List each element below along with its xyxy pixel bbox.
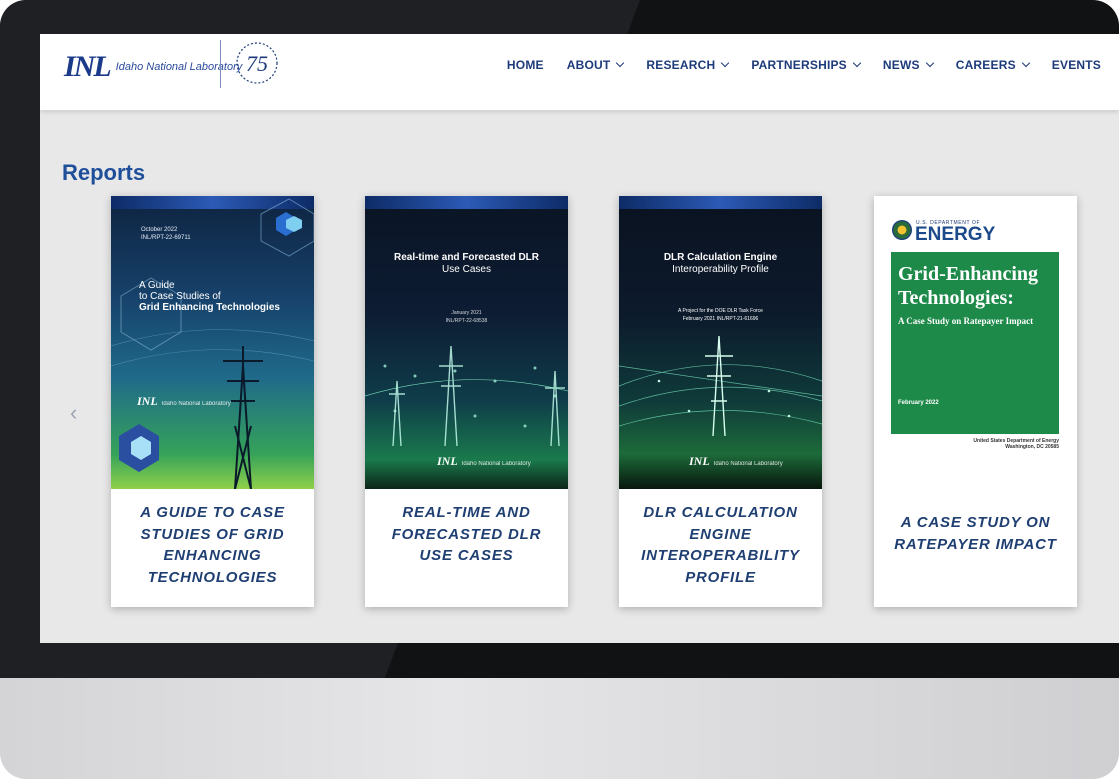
doe-agency: ENERGY [915, 224, 996, 245]
report-card[interactable]: DLR Calculation Engine Interoperability … [619, 196, 822, 607]
nav-events-label: EVENTS [1051, 58, 1101, 72]
carousel-prev-icon[interactable]: ‹ [70, 400, 77, 426]
anniversary-75-logo: 75 [236, 42, 278, 84]
cover-project-line: A Project for the DOE DLR Task Force [678, 308, 763, 314]
cover-footer-line: Washington, DC 20585 [1005, 444, 1059, 450]
cover-heading: A Case Study on Ratepayer Impact [898, 316, 1034, 326]
report-cover[interactable]: DLR Calculation Engine Interoperability … [619, 196, 822, 489]
nav-partnerships[interactable]: PARTNERSHIPS [751, 58, 862, 72]
cover-heading-bold: Grid-Enhancing Technologies: [898, 263, 1039, 309]
transmission-tower-illustration [619, 335, 822, 437]
report-title[interactable]: A GUIDE TO CASE STUDIES OF GRID ENHANCIN… [119, 502, 306, 588]
chevron-down-icon [1021, 58, 1031, 68]
anniversary-number: 75 [246, 51, 268, 76]
chevron-down-icon [616, 58, 625, 68]
nav-research-label: RESEARCH [646, 58, 716, 72]
cover-heading-bold: DLR Calculation Engine [663, 252, 778, 263]
nav-careers-label: CAREERS [955, 58, 1016, 72]
chevron-down-icon [852, 58, 862, 68]
cover-inl-logo: INL Idaho National Laboratory [137, 394, 231, 409]
nav-research[interactable]: RESEARCH [646, 58, 730, 72]
cover-heading-bold: Grid Enhancing Technologies [139, 302, 280, 313]
report-cover[interactable]: Real-time and Forecasted DLR Use Cases J… [365, 196, 568, 489]
monitor-bezel: INL Idaho National Laboratory 75 HOME AB… [0, 0, 1119, 680]
nav-careers[interactable]: CAREERS [955, 58, 1031, 72]
nav-news-label: NEWS [882, 58, 920, 72]
cover-inl-logo: INL Idaho National Laboratory [689, 454, 783, 469]
browser-viewport: INL Idaho National Laboratory 75 HOME AB… [40, 34, 1119, 643]
monitor-chin [0, 678, 1119, 779]
report-title[interactable]: A CASE STUDY ON RATEPAYER IMPACT [882, 512, 1069, 555]
cover-heading: A Guide to Case Studies of Grid Enhancin… [139, 280, 280, 313]
cover-date: January 2021 [451, 310, 482, 316]
report-card[interactable]: Real-time and Forecasted DLR Use Cases J… [365, 196, 568, 607]
nav-about-label: ABOUT [566, 58, 611, 72]
monitor-frame: INL Idaho National Laboratory 75 HOME AB… [0, 0, 1119, 779]
cover-footer: United States Department of Energy Washi… [973, 438, 1059, 450]
doe-seal-icon [892, 220, 912, 240]
nav-events[interactable]: EVENTS [1052, 58, 1101, 72]
main-nav: HOME ABOUT RESEARCH PARTNERSHIPS NEWS CA… [507, 58, 1101, 72]
inl-logo-mark: INL [64, 50, 112, 83]
report-card[interactable]: U.S. DEPARTMENT OF ENERGY Grid-Enhancing… [874, 196, 1077, 607]
nav-about[interactable]: ABOUT [566, 58, 625, 72]
cover-logo-mark: INL [437, 454, 458, 468]
chevron-down-icon [721, 58, 730, 68]
cover-report-number: INL/RPT-22-68538 [445, 318, 488, 324]
chevron-down-icon [925, 58, 934, 68]
report-cover[interactable]: October 2022 INL/RPT-22-69711 A Guide to… [111, 196, 314, 489]
cover-logo-mark: INL [689, 454, 710, 468]
cover-heading-bold: Real-time and Forecasted DLR [393, 252, 540, 263]
cover-date: February 2022 [898, 400, 939, 406]
cover-date: October 2022 [141, 227, 178, 233]
site-header: INL Idaho National Laboratory 75 HOME AB… [40, 34, 1119, 110]
cover-logo-tag: Idaho National Laboratory [713, 461, 783, 467]
report-title[interactable]: REAL-TIME AND FORECASTED DLR USE CASES [373, 502, 560, 567]
cover-report-number: February 2021 INL/RPT-21-61696 [682, 316, 759, 322]
report-cover[interactable]: U.S. DEPARTMENT OF ENERGY Grid-Enhancing… [874, 196, 1077, 489]
cover-report-number: INL/RPT-22-69711 [141, 235, 191, 241]
nav-home[interactable]: HOME [507, 58, 544, 72]
cover-heading: Use Cases [442, 264, 491, 275]
cover-logo-tag: Idaho National Laboratory [161, 401, 231, 407]
cover-logo-mark: INL [137, 394, 158, 408]
logo-divider [220, 40, 221, 88]
report-card[interactable]: October 2022 INL/RPT-22-69711 A Guide to… [111, 196, 314, 607]
cover-heading-line: to Case Studies of [139, 291, 221, 302]
nav-news[interactable]: NEWS [882, 58, 934, 72]
cover-logo-tag: Idaho National Laboratory [461, 461, 531, 467]
nav-home-label: HOME [506, 58, 544, 72]
cover-heading-line: A Guide [139, 280, 175, 291]
report-title[interactable]: DLR CALCULATION ENGINE INTEROPERABILITY … [627, 502, 814, 588]
inl-logo-name: Idaho National Laboratory [115, 61, 243, 73]
cover-title-panel: Grid-Enhancing Technologies: A Case Stud… [891, 252, 1059, 434]
section-title: Reports [62, 160, 146, 186]
transmission-tower-illustration [365, 345, 568, 447]
cover-heading: Interoperability Profile [672, 264, 769, 275]
nav-partnerships-label: PARTNERSHIPS [751, 58, 847, 72]
cover-inl-logo: INL Idaho National Laboratory [437, 454, 531, 469]
inl-logo[interactable]: INL Idaho National Laboratory [64, 50, 242, 84]
